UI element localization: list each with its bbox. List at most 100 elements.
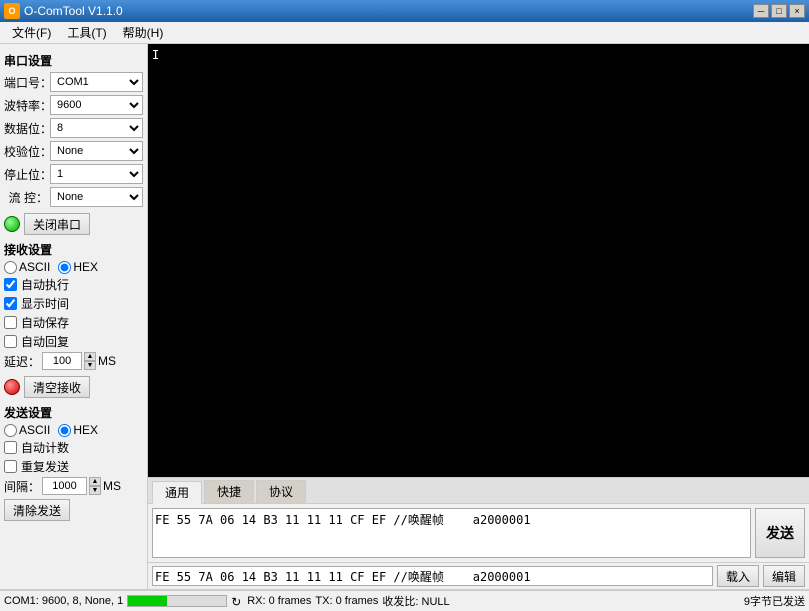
interval-row: 间隔： ▲ ▼ MS bbox=[4, 477, 143, 495]
baud-label: 波特率： bbox=[4, 97, 48, 114]
tx-status: TX: 0 frames bbox=[315, 595, 378, 607]
auto-count-label: 自动计数 bbox=[21, 439, 69, 456]
receive-hex-radio[interactable] bbox=[58, 261, 71, 274]
tab-protocol[interactable]: 协议 bbox=[256, 480, 306, 503]
show-time-label: 显示时间 bbox=[21, 295, 69, 312]
clear-receive-button[interactable]: 清空接收 bbox=[24, 376, 90, 398]
send-hex-radio[interactable] bbox=[58, 424, 71, 437]
auto-reply-checkbox[interactable] bbox=[4, 335, 17, 348]
port-label: 端口号： bbox=[4, 74, 48, 91]
send-hex-option[interactable]: HEX bbox=[58, 423, 98, 437]
parity-label: 校验位： bbox=[4, 143, 48, 160]
stopbits-label: 停止位： bbox=[4, 166, 48, 183]
byte-info: 9字节已发送 bbox=[744, 593, 805, 609]
show-time-checkbox[interactable] bbox=[4, 297, 17, 310]
close-button[interactable]: × bbox=[789, 4, 805, 18]
app-title: O-ComTool V1.1.0 bbox=[24, 4, 123, 18]
receive-hex-option[interactable]: HEX bbox=[58, 260, 98, 274]
interval-spinner[interactable]: ▲ ▼ bbox=[89, 477, 101, 495]
interval-ms-label: MS bbox=[103, 479, 121, 493]
auto-save-row: 自动保存 bbox=[4, 314, 143, 331]
connect-row: 关闭串口 bbox=[4, 213, 143, 235]
clear-send-button[interactable]: 清除发送 bbox=[4, 499, 70, 521]
tab-general[interactable]: 通用 bbox=[152, 481, 202, 504]
delay-ms-label: MS bbox=[98, 354, 116, 368]
auto-count-checkbox[interactable] bbox=[4, 441, 17, 454]
app-icon: O bbox=[4, 3, 20, 19]
progress-bar bbox=[127, 595, 227, 607]
progress-fill bbox=[128, 596, 167, 606]
receive-hex-label: HEX bbox=[73, 260, 98, 274]
baud-row: 波特率： 9600 bbox=[4, 95, 143, 115]
right-panel: I 通用 快捷 协议 FE 55 7A 06 14 B3 11 11 11 CF… bbox=[148, 44, 809, 589]
databits-row: 数据位： 8 bbox=[4, 118, 143, 138]
auto-save-checkbox[interactable] bbox=[4, 316, 17, 329]
delay-up-btn[interactable]: ▲ bbox=[84, 352, 96, 361]
receive-ascii-option[interactable]: ASCII bbox=[4, 260, 50, 274]
receive-ascii-radio[interactable] bbox=[4, 261, 17, 274]
interval-input[interactable] bbox=[42, 477, 87, 495]
auto-reply-row: 自动回复 bbox=[4, 333, 143, 350]
parity-row: 校验位： None bbox=[4, 141, 143, 161]
show-time-row: 显示时间 bbox=[4, 295, 143, 312]
tab-shortcut[interactable]: 快捷 bbox=[204, 480, 254, 503]
delay-spinner[interactable]: ▲ ▼ bbox=[84, 352, 96, 370]
connection-led bbox=[4, 216, 20, 232]
bottom-input-bar: 载入 编辑 bbox=[148, 562, 809, 589]
load-button[interactable]: 载入 bbox=[717, 565, 759, 587]
interval-up-btn[interactable]: ▲ bbox=[89, 477, 101, 486]
send-button[interactable]: 发送 bbox=[755, 508, 805, 558]
serial-settings-title: 串口设置 bbox=[4, 52, 143, 69]
port-status: COM1: 9600, 8, None, 1 bbox=[4, 595, 123, 607]
menu-file[interactable]: 文件(F) bbox=[4, 22, 59, 43]
auto-exec-row: 自动执行 bbox=[4, 276, 143, 293]
send-hex-label: HEX bbox=[73, 423, 98, 437]
send-format-row: ASCII HEX bbox=[4, 423, 143, 437]
databits-select[interactable]: 8 bbox=[50, 118, 143, 138]
menu-bar: 文件(F) 工具(T) 帮助(H) bbox=[0, 22, 809, 44]
flow-select[interactable]: None bbox=[50, 187, 143, 207]
stopbits-select[interactable]: 1 bbox=[50, 164, 143, 184]
baud-select[interactable]: 9600 bbox=[50, 95, 143, 115]
main-layout: 串口设置 端口号： COM1 波特率： 9600 数据位： 8 校验位： Non… bbox=[0, 44, 809, 589]
repeat-send-label: 重复发送 bbox=[21, 458, 69, 475]
delay-input[interactable] bbox=[42, 352, 82, 370]
cursor: I bbox=[152, 48, 159, 62]
send-ascii-option[interactable]: ASCII bbox=[4, 423, 50, 437]
interval-down-btn[interactable]: ▼ bbox=[89, 486, 101, 495]
left-panel: 串口设置 端口号： COM1 波特率： 9600 数据位： 8 校验位： Non… bbox=[0, 44, 148, 589]
window-controls: － □ × bbox=[753, 4, 805, 18]
parity-select[interactable]: None bbox=[50, 141, 143, 161]
send-ascii-radio[interactable] bbox=[4, 424, 17, 437]
auto-exec-checkbox[interactable] bbox=[4, 278, 17, 291]
bottom-send-input[interactable] bbox=[152, 566, 713, 586]
receive-display[interactable]: I bbox=[148, 44, 809, 477]
flow-label: 流 控： bbox=[4, 189, 48, 206]
status-bar: COM1: 9600, 8, None, 1 ↻ RX: 0 frames TX… bbox=[0, 589, 809, 611]
delay-down-btn[interactable]: ▼ bbox=[84, 361, 96, 370]
auto-save-label: 自动保存 bbox=[21, 314, 69, 331]
receive-led bbox=[4, 379, 20, 395]
edit-button[interactable]: 编辑 bbox=[763, 565, 805, 587]
connect-button[interactable]: 关闭串口 bbox=[24, 213, 90, 235]
auto-exec-label: 自动执行 bbox=[21, 276, 69, 293]
menu-tools[interactable]: 工具(T) bbox=[59, 22, 114, 43]
menu-help[interactable]: 帮助(H) bbox=[115, 22, 172, 43]
delay-label: 延迟： bbox=[4, 353, 40, 370]
delay-row: 延迟： ▲ ▼ MS bbox=[4, 352, 143, 370]
interval-label: 间隔： bbox=[4, 478, 40, 495]
send-area: 通用 快捷 协议 FE 55 7A 06 14 B3 11 11 11 CF E… bbox=[148, 477, 809, 589]
clear-receive-row: 清空接收 bbox=[4, 376, 143, 398]
send-textarea[interactable]: FE 55 7A 06 14 B3 11 11 11 CF EF //唤醒帧 a… bbox=[152, 508, 751, 558]
auto-count-row: 自动计数 bbox=[4, 439, 143, 456]
refresh-icon[interactable]: ↻ bbox=[231, 595, 243, 607]
maximize-button[interactable]: □ bbox=[771, 4, 787, 18]
minimize-button[interactable]: － bbox=[753, 4, 769, 18]
auto-reply-label: 自动回复 bbox=[21, 333, 69, 350]
repeat-send-checkbox[interactable] bbox=[4, 460, 17, 473]
ratio-status: 收发比: NULL bbox=[382, 593, 449, 609]
receive-ascii-label: ASCII bbox=[19, 260, 50, 274]
port-select[interactable]: COM1 bbox=[50, 72, 143, 92]
databits-label: 数据位： bbox=[4, 120, 48, 137]
rx-status: RX: 0 frames bbox=[247, 595, 311, 607]
